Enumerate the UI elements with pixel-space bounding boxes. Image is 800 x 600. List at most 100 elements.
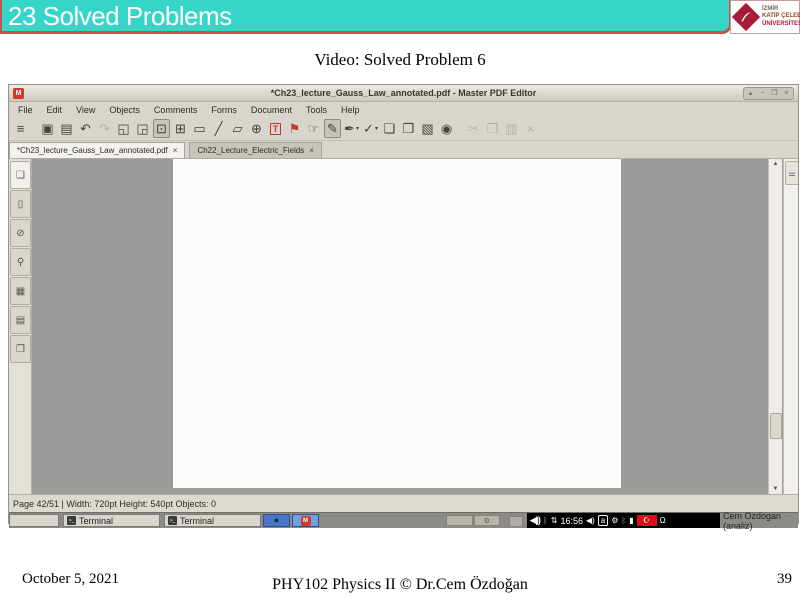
search-panel-icon[interactable]: ⚲ [10,248,31,276]
network-icon[interactable]: ⇅ [551,516,558,525]
fit-width-button[interactable]: ◲ [134,119,151,138]
bluetooth-icon[interactable]: ᛒ [621,516,626,525]
chevron-down-icon[interactable]: ▾ [375,125,378,132]
signatures-panel-icon[interactable]: ▤ [10,306,31,334]
turkish-flag-icon[interactable]: ☪ [637,515,657,526]
scroll-down-icon[interactable]: ▼ [769,484,782,494]
checkmark-tool[interactable]: ✓▾ [362,119,379,138]
menu-forms[interactable]: Forms [204,105,244,115]
quill-logo-icon [732,3,760,31]
shade-window-button[interactable]: ▴ [745,88,756,99]
footer-page-number: 39 [777,571,792,588]
battery-icon[interactable]: ▮ [629,516,633,525]
right-panel-bar: ⚌ [783,159,798,494]
menu-document[interactable]: Document [244,105,299,115]
hand-tool[interactable]: ☞ [305,119,322,138]
minimize-button[interactable]: − [757,88,768,99]
taskbar-terminal-1[interactable]: >_ Terminal [63,514,160,527]
properties-toggle-icon[interactable]: ⚌ [785,161,798,185]
taskbar-app-button-pdf-editor[interactable]: M [292,514,319,527]
taskbar-app-button-1[interactable]: ● [263,514,290,527]
terminal-icon: >_ [67,516,76,525]
system-tray: ◀)) ᛒ ⇅ 16:56 ◀) a ⚙ ᛒ ▮ ☪ Ω [527,513,720,528]
app-logo-icon: M [13,88,24,99]
toolbar: ≡ ▣ ▤ ↶ ↷ ◱ ◲ ⊡ ⊞ ▭ ╱ ▱ ⊕ T ⚑ ☞ ✎ ✒▾ ✓▾ … [9,117,798,141]
image-tool[interactable]: ▧ [419,119,436,138]
terminal-icon: >_ [168,516,177,525]
paste-button[interactable]: ▥ [503,119,520,138]
callout-tool[interactable]: ⚑ [286,119,303,138]
workspace-pager: ⚙ [446,515,500,526]
close-icon[interactable]: × [173,146,178,155]
pages-panel-icon[interactable]: ❐ [10,335,31,363]
volume-icon[interactable]: ◀)) [530,515,540,526]
university-logo-text: İZMİR KATİP ÇELEBİ ÜNİVERSİTESİ [762,6,800,28]
text-box-tool[interactable]: T [267,119,284,138]
toolbar-separator [31,128,37,129]
target-tool[interactable]: ⊕ [248,119,265,138]
tab-ch22-electric-fields[interactable]: Ch22_Lecture_Electric_Fields × [189,142,321,158]
highlighter-tool[interactable]: ✒▾ [343,119,360,138]
master-pdf-editor-window: M *Ch23_lecture_Gauss_Law_annotated.pdf … [8,84,799,524]
chevron-down-icon[interactable]: ▾ [356,125,359,132]
taskbar-terminal-2[interactable]: >_ Terminal [164,514,261,527]
pdf-page[interactable] [173,159,621,488]
menu-help[interactable]: Help [334,105,367,115]
menu-bar: File Edit View Objects Comments Forms Do… [9,102,798,117]
undo-button[interactable]: ↶ [77,119,94,138]
crop-tool[interactable]: ▭ [191,119,208,138]
redo-button[interactable]: ↷ [96,119,113,138]
bell-icon[interactable]: Ω [660,516,666,525]
menu-comments[interactable]: Comments [147,105,205,115]
text-annotation-tool[interactable]: ❒ [400,119,417,138]
maximize-button[interactable]: ❐ [769,88,780,99]
user-session-label: Cem Ozdogan (analiz) [723,513,798,528]
sticky-note-tool[interactable]: ❑ [381,119,398,138]
keyboard-layout-indicator[interactable]: a [598,515,608,526]
menu-tools[interactable]: Tools [299,105,334,115]
pencil-tool[interactable]: ✎ [324,119,341,138]
line-tool[interactable]: ╱ [210,119,227,138]
university-logo: İZMİR KATİP ÇELEBİ ÜNİVERSİTESİ [730,0,800,34]
gear-icon[interactable]: ⚙ [611,516,618,525]
scroll-up-icon[interactable]: ▲ [769,159,782,169]
menu-view[interactable]: View [69,105,102,115]
polygon-tool[interactable]: ▱ [229,119,246,138]
show-desktop-icon[interactable] [509,516,523,527]
workspace-1[interactable] [446,515,473,526]
save-button[interactable]: ▣ [39,119,56,138]
delete-button[interactable]: × [522,119,539,138]
close-button[interactable]: × [781,88,792,99]
tab-ch23-gauss-law[interactable]: *Ch23_lecture_Gauss_Law_annotated.pdf × [9,142,185,158]
close-icon[interactable]: × [309,146,314,155]
layers-panel-icon[interactable]: ▦ [10,277,31,305]
bluetooth-icon[interactable]: ᛒ [543,516,548,525]
vertical-scrollbar[interactable]: ▲ ▼ [768,159,782,494]
cut-button[interactable]: ✂ [465,119,482,138]
snapshot-tool[interactable]: ◉ [438,119,455,138]
copy-button[interactable]: ❐ [484,119,501,138]
pdf-editor-icon: M [301,516,311,526]
menu-file[interactable]: File [11,105,40,115]
main-menu-button[interactable]: ≡ [12,119,29,138]
thumbnails-panel-icon[interactable]: ❏ [10,161,31,189]
fit-page-button[interactable]: ◱ [115,119,132,138]
menu-edit[interactable]: Edit [40,105,70,115]
edit-objects-tool[interactable]: ⊡ [153,119,170,138]
page-status-text: Page 42/51 | Width: 720pt Height: 540pt … [13,499,216,509]
taskbar-window-stub[interactable] [9,514,59,527]
footer-course: PHY102 Physics II © Dr.Cem Özdoğan [0,576,800,594]
left-panel-bar: ❏ ▯ ⊘ ⚲ ▦ ▤ ❐ [9,159,32,494]
desktop-taskbar: >_ Terminal >_ Terminal ● M ⚙ ◀)) ᛒ ⇅ 16… [9,512,798,528]
volume-small-icon[interactable]: ◀) [586,516,595,525]
zoom-marquee-tool[interactable]: ⊞ [172,119,189,138]
slide-subtitle: Video: Solved Problem 6 [0,50,800,70]
menu-objects[interactable]: Objects [102,105,147,115]
bookmarks-panel-icon[interactable]: ▯ [10,190,31,218]
workspace-2[interactable]: ⚙ [474,515,501,526]
clock[interactable]: 16:56 [560,516,583,526]
attachments-panel-icon[interactable]: ⊘ [10,219,31,247]
window-titlebar[interactable]: M *Ch23_lecture_Gauss_Law_annotated.pdf … [9,85,798,102]
scrollbar-thumb[interactable] [770,413,782,439]
save-as-button[interactable]: ▤ [58,119,75,138]
